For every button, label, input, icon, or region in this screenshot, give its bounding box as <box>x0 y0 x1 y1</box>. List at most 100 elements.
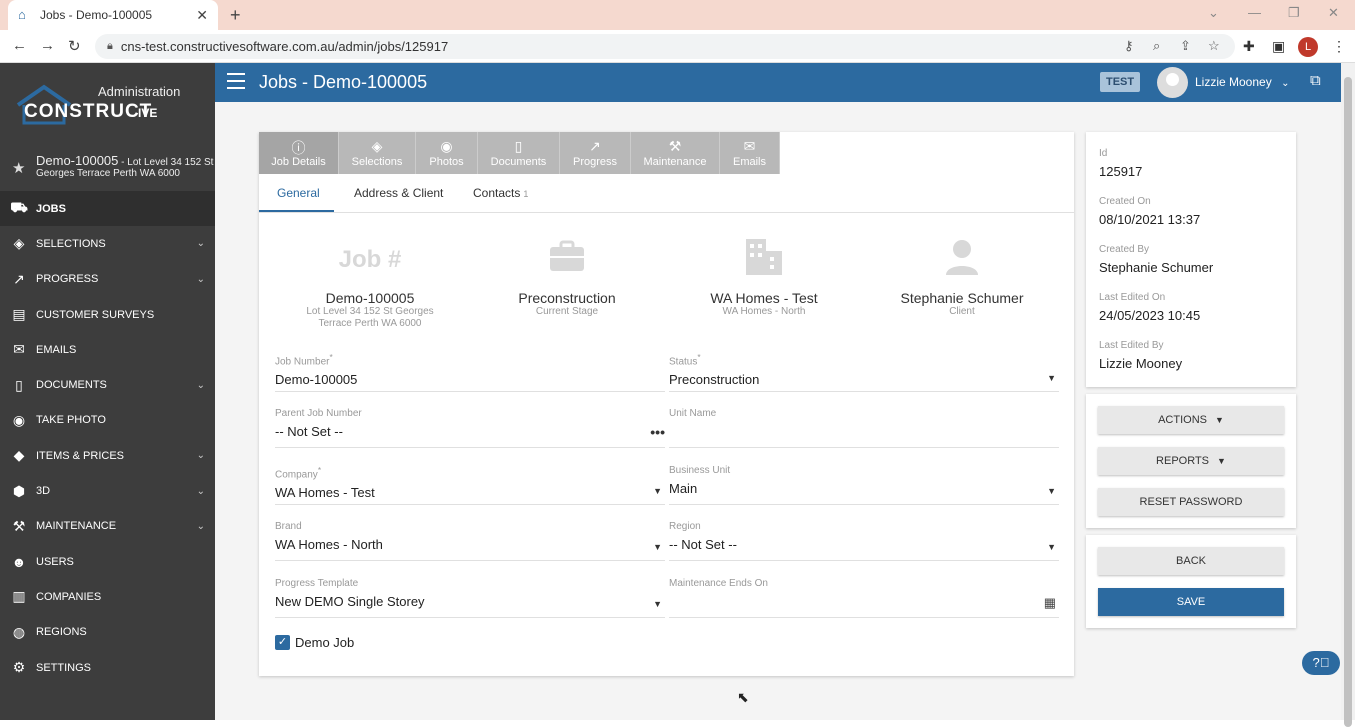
sidebar-item-users[interactable]: ☻ USERS <box>0 544 215 579</box>
dropdown-arrow-icon[interactable]: ▼ <box>1047 486 1056 496</box>
company-field[interactable]: Company* WA Homes - Test ▼ <box>275 465 665 505</box>
region-field[interactable]: Region -- Not Set -- ▼ <box>669 521 1059 561</box>
user-avatar[interactable] <box>1157 67 1188 98</box>
sidebar-item-selections[interactable]: ◈ SELECTIONS ⌄ <box>0 226 215 261</box>
tab-maintenance[interactable]: ⚒ Maintenance <box>631 132 720 174</box>
back-button[interactable]: BACK <box>1098 547 1284 575</box>
demo-job-label[interactable]: Demo Job <box>295 635 354 650</box>
scrollbar-thumb[interactable] <box>1344 77 1352 727</box>
progress-template-select[interactable]: New DEMO Single Storey <box>275 594 665 609</box>
zoom-icon[interactable]: ⌕ <box>1153 38 1160 54</box>
dropdown-arrow-icon[interactable]: ▼ <box>653 599 662 609</box>
actions-button[interactable]: ACTIONS ▼ <box>1098 406 1284 434</box>
hamburger-menu-icon[interactable] <box>227 73 245 94</box>
url-input[interactable]: 🔒︎ cns-test.constructivesoftware.com.au/… <box>95 34 1235 59</box>
maintenance-ends-field[interactable]: Maintenance Ends On ▦ <box>669 578 1059 618</box>
minimize-icon[interactable]: — <box>1248 5 1261 20</box>
sidebar-item-label: TAKE PHOTO <box>36 414 106 427</box>
tab-job-details[interactable]: ⓘ Job Details <box>259 132 339 174</box>
sidebar-item-3d[interactable]: ⬢ 3D ⌄ <box>0 473 215 508</box>
briefcase-icon <box>467 237 667 282</box>
chevron-down-icon[interactable]: ⌄ <box>197 380 205 391</box>
summary-stage-label: Current Stage <box>535 306 599 317</box>
save-button[interactable]: SAVE <box>1098 588 1284 616</box>
region-select[interactable]: -- Not Set -- <box>669 537 1059 552</box>
key-icon[interactable]: ⚷ <box>1124 38 1134 54</box>
close-tab-icon[interactable]: ✕ <box>196 7 208 24</box>
business-unit-field[interactable]: Business Unit Main ▼ <box>669 465 1059 505</box>
progress-template-field[interactable]: Progress Template New DEMO Single Storey… <box>275 578 665 618</box>
tab-documents[interactable]: ▯ Documents <box>478 132 560 174</box>
parent-job-input[interactable]: -- Not Set -- <box>275 424 665 439</box>
chevron-down-icon[interactable]: ⌄ <box>197 274 205 285</box>
demo-job-checkbox[interactable]: ✓ <box>275 635 290 650</box>
company-select[interactable]: WA Homes - Test <box>275 485 665 500</box>
sidebar-item-regions[interactable]: ◍ REGIONS <box>0 615 215 650</box>
sidebar-item-items-prices[interactable]: ◆ ITEMS & PRICES ⌄ <box>0 438 215 473</box>
reload-icon[interactable]: ↻ <box>68 37 81 55</box>
status-field[interactable]: Status* Preconstruction ▼ <box>669 352 1059 392</box>
sidebar-item-maintenance[interactable]: ⚒ MAINTENANCE ⌄ <box>0 509 215 544</box>
brand-select[interactable]: WA Homes - North <box>275 537 665 552</box>
tab-photos[interactable]: ◉ Photos <box>416 132 478 174</box>
user-menu[interactable]: Lizzie Mooney ⌄ <box>1195 75 1289 89</box>
back-arrow-icon[interactable]: ← <box>12 37 27 54</box>
tab-address-client[interactable]: Address & Client <box>354 186 443 200</box>
edited-on-label: Last Edited On <box>1099 292 1166 303</box>
sidebar-item-emails[interactable]: ✉ EMAILS <box>0 332 215 367</box>
job-number-field[interactable]: Job Number* Demo-100005 <box>275 352 665 392</box>
sidebar-item-jobs[interactable]: ⛟ JOBS <box>0 191 215 227</box>
chevron-down-icon[interactable]: ⌄ <box>197 450 205 461</box>
extensions-icon[interactable]: ✚ <box>1243 38 1255 55</box>
job-number-input[interactable]: Demo-100005 <box>275 372 665 387</box>
reports-button[interactable]: REPORTS ▼ <box>1098 447 1284 475</box>
profile-avatar[interactable]: L <box>1298 37 1318 57</box>
browser-menu-icon[interactable]: ⋮ <box>1332 38 1346 55</box>
calendar-icon[interactable]: ▦ <box>1044 595 1056 611</box>
reset-password-button[interactable]: RESET PASSWORD <box>1098 488 1284 516</box>
current-job[interactable]: ★ Demo-100005 - Lot Level 34 152 St Geor… <box>0 153 215 191</box>
page-scrollbar[interactable] <box>1341 63 1355 727</box>
building-icon <box>664 237 864 282</box>
tab-selections[interactable]: ◈ Selections <box>339 132 416 174</box>
share-icon[interactable]: ⇪ <box>1180 38 1191 54</box>
sidebar-item-take-photo[interactable]: ◉ TAKE PHOTO <box>0 403 215 438</box>
forward-arrow-icon[interactable]: → <box>40 37 55 54</box>
logo[interactable]: Administration CONSTRUCT IVE <box>14 81 204 131</box>
tab-contacts[interactable]: Contacts 1 <box>473 186 528 200</box>
close-window-icon[interactable]: ✕ <box>1328 5 1339 21</box>
new-tab-icon[interactable]: + <box>230 5 241 26</box>
tab-search-icon[interactable]: ⌄ <box>1208 5 1219 21</box>
dropdown-arrow-icon[interactable]: ▼ <box>1047 542 1056 552</box>
side-panel-icon[interactable]: ▣ <box>1272 38 1285 55</box>
dropdown-arrow-icon[interactable]: ▼ <box>653 486 662 496</box>
business-unit-select[interactable]: Main <box>669 481 1059 496</box>
more-options-icon[interactable]: ••• <box>650 424 665 440</box>
sidebar-item-documents[interactable]: ▯ DOCUMENTS ⌄ <box>0 367 215 402</box>
sidebar-item-settings[interactable]: ⚙ SETTINGS <box>0 650 215 685</box>
dropdown-arrow-icon[interactable]: ▼ <box>653 542 662 552</box>
browser-tab[interactable]: ⌂ Jobs - Demo-100005 ✕ <box>8 0 218 30</box>
help-button[interactable]: ?⃝ <box>1302 651 1340 675</box>
tab-label: Documents <box>490 156 547 168</box>
unit-name-field[interactable]: Unit Name <box>669 408 1059 448</box>
sidebar-item-label: 3D <box>36 485 51 498</box>
restore-icon[interactable]: ❐ <box>1288 5 1300 21</box>
dropdown-arrow-icon[interactable]: ▼ <box>1047 373 1056 383</box>
parent-job-field[interactable]: Parent Job Number -- Not Set -- ••• <box>275 408 665 448</box>
tab-emails[interactable]: ✉ Emails <box>720 132 780 174</box>
sidebar-item-progress[interactable]: ↗ PROGRESS ⌄ <box>0 262 215 297</box>
brand-field[interactable]: Brand WA Homes - North ▼ <box>275 521 665 561</box>
status-select[interactable]: Preconstruction <box>669 372 1059 387</box>
chevron-down-icon[interactable]: ⌄ <box>197 521 205 532</box>
sidebar-item-customer-surveys[interactable]: ▤ CUSTOMER SURVEYS <box>0 297 215 332</box>
bookmark-star-icon[interactable]: ☆ <box>1208 38 1220 54</box>
tab-progress[interactable]: ↗ Progress <box>560 132 631 174</box>
open-external-icon[interactable]: ⧉ <box>1310 72 1321 89</box>
chevron-down-icon[interactable]: ⌄ <box>197 486 205 497</box>
sidebar-item-companies[interactable]: ▥ COMPANIES <box>0 579 215 614</box>
tab-general[interactable]: General <box>277 186 320 200</box>
parent-job-label: Parent Job Number <box>275 408 362 419</box>
created-by-value: Stephanie Schumer <box>1099 260 1214 275</box>
chevron-down-icon[interactable]: ⌄ <box>197 238 205 249</box>
